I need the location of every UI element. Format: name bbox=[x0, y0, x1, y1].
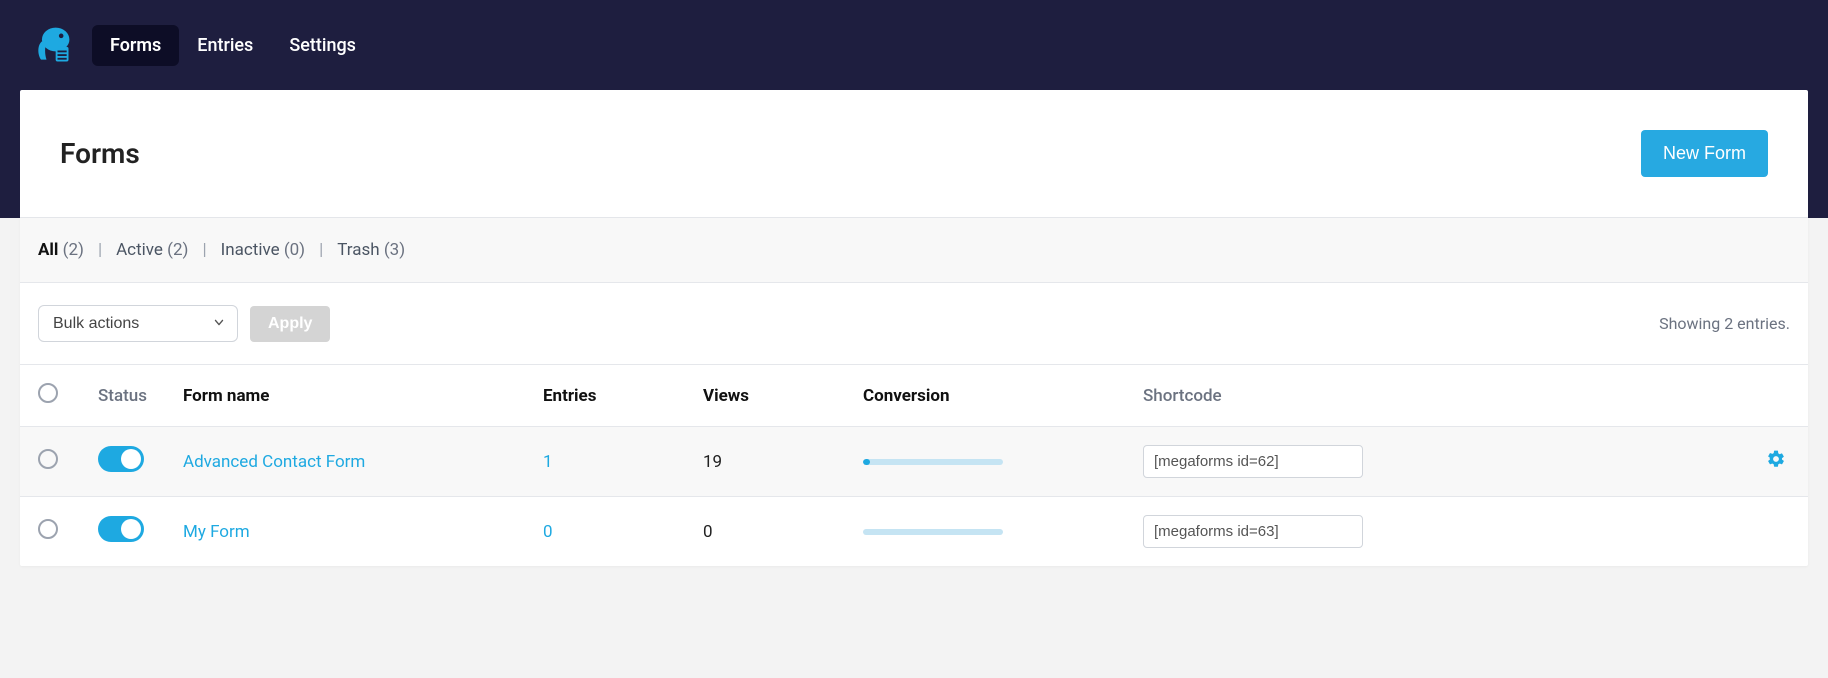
header-shortcode: Shortcode bbox=[1125, 365, 1385, 427]
hero-wrap: Forms New Form bbox=[0, 90, 1828, 218]
toggle-knob bbox=[121, 449, 141, 469]
nav-tab-label: Forms bbox=[110, 35, 161, 56]
cell-select bbox=[20, 497, 80, 567]
cell-spacer bbox=[1385, 427, 1748, 497]
filter-count: (3) bbox=[384, 240, 405, 260]
select-all-radio[interactable] bbox=[38, 383, 58, 403]
forms-table: Status Form name Entries Views Conversio… bbox=[20, 364, 1808, 566]
entries-link[interactable]: 0 bbox=[543, 522, 553, 542]
filter-label: Active bbox=[116, 240, 163, 260]
apply-button-label: Apply bbox=[268, 315, 312, 332]
nav-tabs: Forms Entries Settings bbox=[92, 25, 374, 66]
bulk-left: Bulk actions Apply bbox=[38, 305, 330, 342]
form-name-link[interactable]: Advanced Contact Form bbox=[183, 452, 365, 472]
header-views[interactable]: Views bbox=[685, 365, 845, 427]
cell-form-name: My Form bbox=[165, 497, 525, 567]
content-card: All (2) | Active (2) | Inactive (0) | Tr… bbox=[20, 218, 1808, 566]
cell-entries: 1 bbox=[525, 427, 685, 497]
new-form-button[interactable]: New Form bbox=[1641, 130, 1768, 177]
header-conversion[interactable]: Conversion bbox=[845, 365, 1125, 427]
cell-actions bbox=[1748, 427, 1808, 497]
apply-button[interactable]: Apply bbox=[250, 306, 330, 342]
shortcode-input[interactable] bbox=[1143, 515, 1363, 548]
cell-status bbox=[80, 497, 165, 567]
cell-entries: 0 bbox=[525, 497, 685, 567]
header-spacer bbox=[1385, 365, 1748, 427]
filter-inactive[interactable]: Inactive (0) bbox=[221, 240, 306, 260]
filter-count: (2) bbox=[167, 240, 188, 260]
bulk-actions-row: Bulk actions Apply Showing 2 entries. bbox=[20, 283, 1808, 364]
filter-label: Trash bbox=[337, 240, 379, 260]
gear-icon[interactable] bbox=[1766, 454, 1786, 474]
table-header-row: Status Form name Entries Views Conversio… bbox=[20, 365, 1808, 427]
status-toggle[interactable] bbox=[98, 446, 144, 472]
table-row: Advanced Contact Form 1 19 bbox=[20, 427, 1808, 497]
bulk-actions-select[interactable]: Bulk actions bbox=[38, 305, 238, 342]
bulk-actions-select-wrap: Bulk actions bbox=[38, 305, 238, 342]
conversion-bar bbox=[863, 529, 1003, 535]
nav-tab-label: Entries bbox=[197, 35, 253, 56]
conversion-bar bbox=[863, 459, 1003, 465]
row-select-radio[interactable] bbox=[38, 519, 58, 539]
cell-shortcode bbox=[1125, 497, 1385, 567]
conversion-bar-fill bbox=[863, 459, 870, 465]
header-form-name[interactable]: Form name bbox=[165, 365, 525, 427]
nav-tab-entries[interactable]: Entries bbox=[179, 25, 271, 66]
filter-count: (0) bbox=[284, 240, 305, 260]
table-row: My Form 0 0 bbox=[20, 497, 1808, 567]
hero: Forms New Form bbox=[20, 90, 1808, 218]
header-actions bbox=[1748, 365, 1808, 427]
cell-conversion bbox=[845, 497, 1125, 567]
cell-conversion bbox=[845, 427, 1125, 497]
new-form-button-label: New Form bbox=[1663, 143, 1746, 163]
header-select-all bbox=[20, 365, 80, 427]
form-name-link[interactable]: My Form bbox=[183, 522, 250, 542]
status-filters: All (2) | Active (2) | Inactive (0) | Tr… bbox=[20, 218, 1808, 283]
page-title: Forms bbox=[60, 137, 140, 170]
filter-active[interactable]: Active (2) bbox=[116, 240, 188, 260]
cell-form-name: Advanced Contact Form bbox=[165, 427, 525, 497]
entries-link[interactable]: 1 bbox=[543, 452, 553, 472]
showing-count: Showing 2 entries. bbox=[1659, 314, 1790, 333]
nav-tab-forms[interactable]: Forms bbox=[92, 25, 179, 66]
cell-status bbox=[80, 427, 165, 497]
nav-tab-settings[interactable]: Settings bbox=[271, 25, 374, 66]
cell-views: 0 bbox=[685, 497, 845, 567]
filter-separator: | bbox=[319, 240, 323, 260]
nav-tab-label: Settings bbox=[289, 35, 356, 56]
filter-count: (2) bbox=[63, 240, 84, 260]
toggle-knob bbox=[121, 519, 141, 539]
cell-spacer bbox=[1385, 497, 1748, 567]
cell-actions bbox=[1748, 497, 1808, 567]
cell-shortcode bbox=[1125, 427, 1385, 497]
cell-select bbox=[20, 427, 80, 497]
top-navbar: Forms Entries Settings bbox=[0, 0, 1828, 90]
cell-views: 19 bbox=[685, 427, 845, 497]
row-select-radio[interactable] bbox=[38, 449, 58, 469]
app-logo bbox=[30, 23, 74, 67]
elephant-logo-icon bbox=[30, 23, 74, 67]
filter-trash[interactable]: Trash (3) bbox=[337, 240, 405, 260]
filter-all[interactable]: All (2) bbox=[38, 240, 84, 260]
header-status: Status bbox=[80, 365, 165, 427]
shortcode-input[interactable] bbox=[1143, 445, 1363, 478]
filter-label: All bbox=[38, 240, 58, 260]
header-entries[interactable]: Entries bbox=[525, 365, 685, 427]
filter-label: Inactive bbox=[221, 240, 280, 260]
filter-separator: | bbox=[202, 240, 206, 260]
filter-separator: | bbox=[98, 240, 102, 260]
status-toggle[interactable] bbox=[98, 516, 144, 542]
